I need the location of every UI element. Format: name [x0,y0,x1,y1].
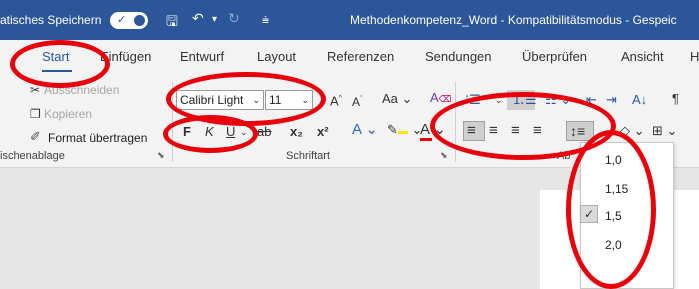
tab-referenzen[interactable]: Referenzen [327,49,394,64]
undo-dropdown-icon[interactable]: ▾ [212,14,217,25]
copy-button[interactable]: Kopieren [44,107,92,121]
dialog-launcher-icon[interactable]: ⬊ [440,147,448,163]
subscript-button[interactable]: x₂ [290,124,303,140]
tab-sendungen[interactable]: Sendungen [425,49,492,64]
format-painter-button[interactable]: Format übertragen [48,131,147,145]
grow-font-icon[interactable]: A^ [330,91,342,109]
autosave-toggle[interactable]: ✓ [110,12,148,29]
tab-layout[interactable]: Layout [257,49,296,64]
highlight-oval [566,130,656,289]
title-bar: atisches Speichern ✓ 🖫 ↶ ▾ ↻ ⩧ Methodenk… [0,0,699,40]
font-color-swatch [420,138,432,141]
tab-ansicht[interactable]: Ansicht [621,49,664,64]
show-formatting-icon[interactable]: ¶ [672,91,679,107]
highlighter-icon[interactable]: ✎ ⌄ [387,122,422,138]
clipboard-group-label: ischenablage [0,150,65,162]
redo-icon[interactable]: ↻ [228,10,240,27]
increase-indent-icon[interactable]: ⇥ [606,92,617,108]
borders-icon[interactable]: ⊞ ⌄ [652,123,677,139]
font-group-label: Schriftart [286,150,331,162]
dialog-launcher-icon[interactable]: ⬊ [157,147,165,163]
highlight-oval [10,40,110,88]
document-title: Methodenkompetenz_Word - Kompatibilitäts… [350,13,677,27]
tab-hilfe[interactable]: H [690,49,699,64]
copy-icon: ❐ [30,107,41,121]
paintbrush-icon: ✐ [30,129,41,144]
text-effects-icon[interactable]: A ⌄ [352,122,378,138]
save-icon[interactable]: 🖫 [166,11,178,35]
toggle-knob [134,15,145,26]
highlight-oval [163,115,258,153]
tab-ueberpruefen[interactable]: Überprüfen [522,49,587,64]
checkmark-icon: ✓ [117,14,127,26]
sort-icon[interactable]: A↓ [632,92,647,108]
change-case-icon[interactable]: Aa ⌄ [382,91,412,107]
strikethrough-button[interactable]: ab [257,124,271,140]
undo-icon[interactable]: ↶ [192,10,204,27]
autosave-label: atisches Speichern [0,13,102,27]
customize-toolbar-icon[interactable]: ⩧ [262,13,269,28]
superscript-button[interactable]: x² [317,124,329,140]
tab-entwurf[interactable]: Entwurf [180,49,224,64]
shrink-font-icon[interactable]: Aˇ [352,92,362,110]
